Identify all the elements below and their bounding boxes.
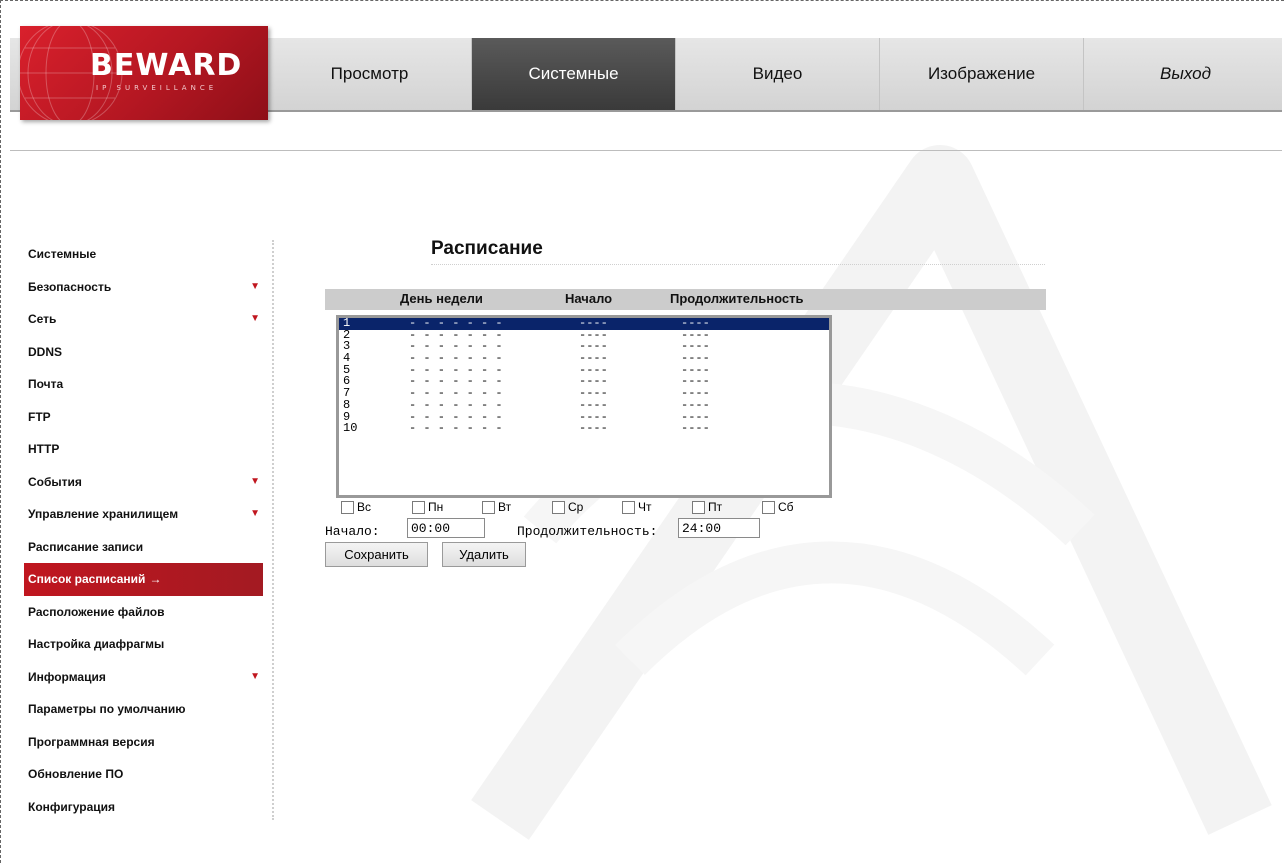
checkbox-icon[interactable] bbox=[412, 500, 425, 514]
delete-button[interactable]: Удалить bbox=[442, 542, 526, 567]
sidebar-item-label: Программная версия bbox=[28, 734, 155, 749]
sidebar-item-label: HTTP bbox=[28, 442, 60, 456]
sidebar-item-label: DDNS bbox=[28, 344, 63, 359]
logo-tagline: IP SURVEILLANCE bbox=[96, 84, 218, 92]
sidebar-item-label: Параметры по умолчанию bbox=[28, 702, 186, 716]
sidebar-item-label: Управление хранилищем bbox=[28, 507, 179, 521]
checkbox-icon[interactable] bbox=[762, 500, 775, 514]
weekday-label: Пн bbox=[428, 500, 444, 514]
nav-item-image[interactable]: Изображение bbox=[880, 38, 1084, 110]
sidebar: Системные Безопасность ▼ Сеть ▼ DDNS Почта FTP H… bbox=[24, 238, 270, 823]
sidebar-item-label: Почта bbox=[28, 377, 64, 391]
duration-input[interactable]: 24:00 bbox=[678, 518, 760, 538]
column-header-duration: Продолжительность bbox=[670, 291, 804, 306]
save-button[interactable]: Сохранить bbox=[325, 542, 428, 567]
sidebar-item[interactable]: Безопасность ▼ bbox=[24, 271, 270, 304]
sidebar-item[interactable]: Список расписаний → bbox=[24, 563, 263, 596]
sidebar-item-label: Расположение файлов bbox=[28, 604, 165, 619]
row-start: ---- bbox=[579, 421, 608, 436]
sidebar-item-label: Информация bbox=[28, 669, 106, 684]
sidebar-item-label: Безопасность bbox=[28, 279, 112, 294]
sidebar-item-label: События bbox=[28, 474, 82, 489]
start-label: Начало: bbox=[325, 524, 380, 539]
nav-item-exit[interactable]: Выход bbox=[1084, 38, 1285, 110]
sidebar-item[interactable]: FTP bbox=[24, 401, 270, 434]
sidebar-divider bbox=[272, 240, 274, 820]
page-title: Расписание bbox=[431, 238, 543, 259]
weekday-label: Вт bbox=[498, 500, 512, 514]
nav-item-system[interactable]: Системные bbox=[472, 38, 676, 110]
weekday-label: Ср bbox=[568, 500, 584, 514]
weekday-checkbox[interactable]: Сб bbox=[762, 500, 794, 514]
schedule-table-header: День недели Начало Продолжительность bbox=[325, 289, 1046, 310]
sidebar-item[interactable]: DDNS bbox=[24, 336, 270, 369]
sidebar-item-label: Настройка диафрагмы bbox=[28, 637, 165, 651]
title-divider bbox=[431, 264, 1045, 265]
sidebar-item[interactable]: Управление хранилищем ▼ bbox=[24, 498, 270, 531]
triangle-down-icon[interactable]: ▼ bbox=[250, 498, 260, 531]
start-time-input[interactable]: 00:00 bbox=[407, 518, 485, 538]
weekday-checkbox[interactable]: Чт bbox=[622, 500, 652, 514]
sidebar-item[interactable]: Обновление ПО bbox=[24, 758, 270, 791]
duration-label: Продолжительность: bbox=[517, 524, 658, 539]
weekday-checkbox[interactable]: Ср bbox=[552, 500, 583, 514]
column-header-weekday: День недели bbox=[400, 291, 483, 306]
checkbox-icon[interactable] bbox=[692, 500, 705, 514]
weekday-label: Чт bbox=[638, 500, 652, 514]
list-item[interactable]: 10 - - - - - - - ---- ---- bbox=[339, 421, 829, 436]
checkbox-icon[interactable] bbox=[482, 500, 495, 514]
weekday-checkbox[interactable]: Вс bbox=[341, 500, 371, 514]
schedule-listbox[interactable]: 1- - - - - - - ---- ---- 2- - - - - - - ----… bbox=[336, 315, 832, 498]
sidebar-item[interactable]: Настройка диафрагмы bbox=[24, 628, 270, 661]
brand-logo[interactable]: BEWARD IP SURVEILLANCE bbox=[20, 26, 268, 120]
nav-item-view[interactable]: Просмотр bbox=[268, 38, 472, 110]
row-duration: ---- bbox=[681, 421, 710, 436]
weekday-checkbox[interactable]: Пт bbox=[692, 500, 722, 514]
sidebar-item[interactable]: Системные bbox=[24, 238, 270, 271]
header-divider bbox=[10, 150, 1282, 151]
sidebar-item-label: Расписание записи bbox=[28, 539, 144, 554]
triangle-down-icon[interactable]: ▼ bbox=[250, 466, 260, 499]
sidebar-item[interactable]: HTTP bbox=[24, 433, 270, 466]
weekday-checkbox[interactable]: Пн bbox=[412, 500, 443, 514]
nav-item-video[interactable]: Видео bbox=[676, 38, 880, 110]
sidebar-item-label: Сеть bbox=[28, 312, 57, 326]
row-num: 10 bbox=[343, 421, 358, 436]
sidebar-item[interactable]: События ▼ bbox=[24, 466, 270, 499]
logo-wordmark: BEWARD bbox=[90, 48, 243, 83]
triangle-down-icon[interactable]: ▼ bbox=[250, 303, 260, 336]
top-nav: Просмотр Системные Видео Изображение Вых… bbox=[268, 38, 1285, 110]
sidebar-item[interactable]: Конфигурация bbox=[24, 791, 270, 824]
sidebar-item-label: Системные bbox=[28, 247, 97, 261]
sidebar-item-label: Список расписаний bbox=[28, 572, 146, 586]
weekday-label: Вс bbox=[357, 500, 372, 514]
weekday-label: Сб bbox=[778, 500, 794, 514]
sidebar-item[interactable]: Почта bbox=[24, 368, 270, 401]
sidebar-item[interactable]: Параметры по умолчанию bbox=[24, 693, 270, 726]
triangle-down-icon[interactable]: ▼ bbox=[250, 661, 260, 694]
row-days: - - - - - - - bbox=[409, 421, 503, 436]
sidebar-item[interactable]: Расписание записи bbox=[24, 531, 270, 564]
sidebar-item[interactable]: Расположение файлов bbox=[24, 596, 270, 629]
sidebar-item[interactable]: Программная версия bbox=[24, 726, 270, 759]
checkbox-icon[interactable] bbox=[622, 500, 635, 514]
column-header-start: Начало bbox=[565, 291, 613, 306]
sidebar-item-label: Конфигурация bbox=[28, 799, 116, 814]
sidebar-item-label: FTP bbox=[28, 409, 51, 424]
sidebar-item-label: Обновление ПО bbox=[28, 767, 124, 781]
weekday-checkbox[interactable]: Вт bbox=[482, 500, 511, 514]
triangle-down-icon[interactable]: ▼ bbox=[250, 271, 260, 304]
sidebar-item[interactable]: Сеть ▼ bbox=[24, 303, 270, 336]
weekday-label: Пт bbox=[708, 500, 723, 514]
arrow-right-icon: → bbox=[149, 572, 162, 586]
checkbox-icon[interactable] bbox=[552, 500, 565, 514]
checkbox-icon[interactable] bbox=[341, 500, 354, 514]
sidebar-item[interactable]: Информация ▼ bbox=[24, 661, 270, 694]
